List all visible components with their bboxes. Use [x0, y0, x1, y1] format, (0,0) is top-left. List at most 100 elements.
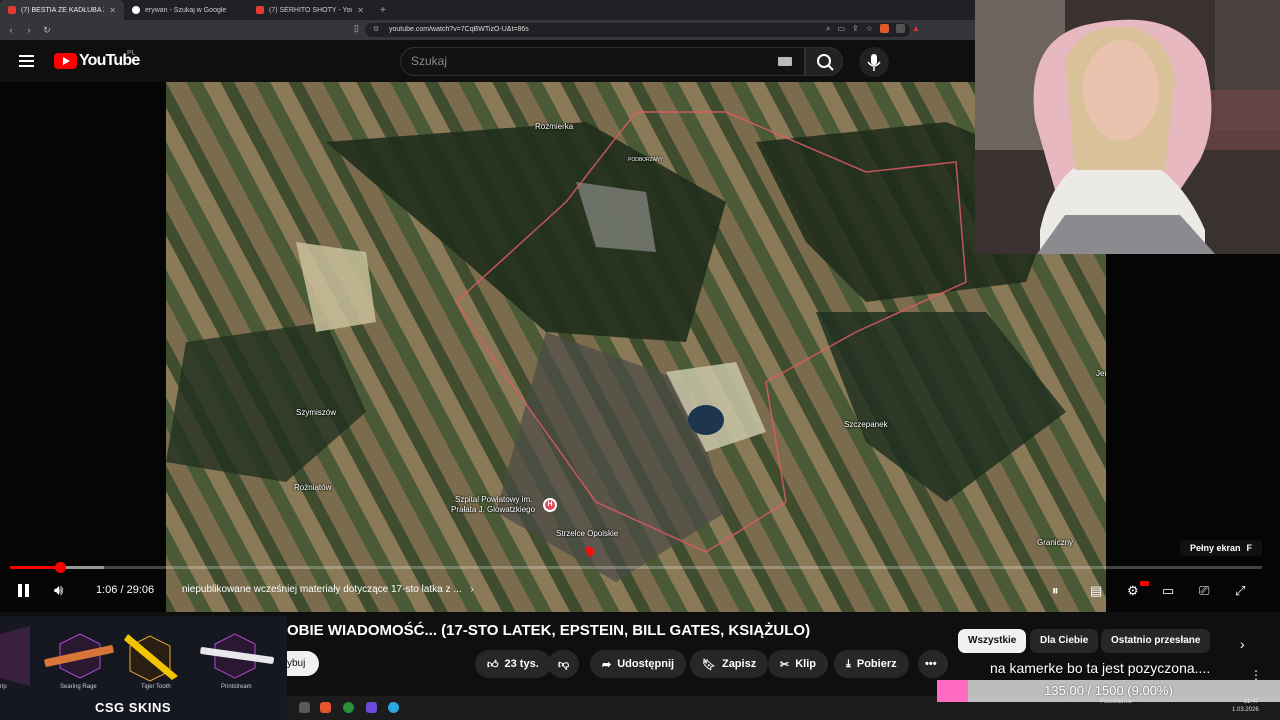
stream-chat-message: na kamerke bo ta jest pozyczona....: [990, 660, 1211, 676]
taskbar-app-icon[interactable]: [343, 702, 354, 713]
star-icon[interactable]: ☆: [866, 24, 873, 34]
played-bar: [10, 566, 61, 569]
chip-all[interactable]: Wszystkie: [958, 629, 1027, 653]
share-label: Udostępnij: [617, 658, 675, 670]
extension-icon[interactable]: [895, 24, 905, 33]
youtube-favicon-icon: [256, 6, 264, 14]
scissors-icon: ✂: [780, 658, 790, 671]
close-tab-icon[interactable]: ✕: [109, 6, 116, 15]
browser-toolbar: ‹ › ↻ ▯ ⚙ youtube.com/watch?v=7CqBWTizO-…: [0, 20, 975, 40]
streamer-webcam-overlay: [975, 0, 1280, 254]
new-tab-button[interactable]: +: [372, 5, 394, 16]
reload-icon[interactable]: ↻: [40, 25, 54, 36]
map-label: Szymiszów: [296, 408, 337, 417]
map-label: Rożniątów: [294, 483, 332, 492]
volume-icon[interactable]: 🔊︎: [54, 582, 63, 599]
chapter-button[interactable]: niepublikowane wcześniej materiały dotyc…: [182, 584, 482, 595]
url-text: youtube.com/watch?v=7CqBWTizO-U&t=86s: [389, 26, 529, 33]
browser-tab-bar: (7) BESTIA ZE KADŁUBA ZOST ✕ erywan - Sz…: [0, 0, 975, 20]
browser-tab[interactable]: (7) SERHITO SHOTY - YouTube ✕: [248, 0, 372, 20]
youtube-header: YouTube PL Szukaj: [0, 40, 975, 82]
satellite-map-video-frame[interactable]: Rozmierka PODBORZANY Szymiszów Rożniątów…: [166, 82, 1106, 612]
chapter-title: niepublikowane wcześniej materiały dotyc…: [182, 584, 462, 595]
share-arrow-icon: ➦: [602, 658, 612, 671]
back-icon[interactable]: ‹: [4, 25, 18, 35]
forward-icon[interactable]: ›: [22, 25, 36, 35]
like-button[interactable]: 👍︎ 23 tys.: [475, 650, 551, 678]
skin-name: Searing Rage: [60, 684, 97, 690]
tab-title: (7) SERHITO SHOTY - YouTube: [269, 6, 352, 14]
map-label: Graniczny: [1037, 538, 1074, 547]
chevron-right-icon: ›: [470, 584, 474, 595]
fullscreen-icon[interactable]: ⤢: [1235, 583, 1245, 599]
chevron-right-icon[interactable]: ›: [1240, 636, 1245, 652]
clip-label: Klip: [795, 658, 816, 670]
settings-gear-icon[interactable]: ⚙: [1127, 583, 1139, 599]
close-tab-icon[interactable]: ✕: [357, 6, 364, 15]
google-favicon-icon: [132, 6, 140, 14]
map-label: Prałata J. Glowatzkiego: [451, 505, 536, 514]
bookmark-icon: 🔖︎: [702, 658, 716, 671]
map-label: Jer: [1096, 369, 1106, 378]
thumbs-up-icon: 👍︎: [487, 658, 499, 671]
cast-icon[interactable]: ▭: [837, 24, 845, 34]
skin-name: Printstream: [221, 684, 252, 690]
share-icon[interactable]: ⇪: [852, 24, 859, 34]
chip-for-you[interactable]: Dla Ciebie: [1030, 629, 1099, 653]
download-icon: ⤓: [846, 657, 851, 670]
country-code: PL: [127, 50, 136, 57]
skin-name: Tiger Tooth: [141, 684, 171, 690]
subscribe-button[interactable]: ybuj: [287, 651, 319, 676]
extension-icon[interactable]: [879, 24, 889, 33]
search-icon: [817, 54, 834, 71]
microphone-icon: [867, 54, 881, 71]
dislike-button[interactable]: 👎︎: [548, 650, 580, 678]
map-label: Szpital Powiatowy im.: [455, 495, 533, 504]
more-actions-button[interactable]: •••: [918, 650, 948, 678]
share-button[interactable]: ➦ Udostępnij: [590, 650, 687, 678]
miniplayer-icon[interactable]: ▭: [1162, 583, 1174, 599]
fullscreen-tooltip: Pełny ekran F: [1180, 540, 1263, 556]
taskbar-app-icon[interactable]: [299, 702, 310, 713]
donation-goal-bar: 135.00 / 1500 (9.00%): [937, 680, 1280, 702]
progress-bar[interactable]: [10, 562, 1262, 573]
skin-name: rip: [0, 684, 7, 690]
zoom-icon[interactable]: ⌕: [826, 24, 830, 34]
csgo-skins-logo: CSG SKINS: [95, 700, 172, 715]
browser-tab[interactable]: erywan - Szukaj w Google: [124, 0, 248, 20]
save-button[interactable]: 🔖︎ Zapisz: [690, 650, 769, 678]
youtube-favicon-icon: [8, 6, 16, 14]
pause-icon[interactable]: [17, 584, 31, 597]
search-input[interactable]: Szukaj: [400, 47, 805, 76]
keyboard-icon[interactable]: [778, 57, 792, 66]
chip-recently-uploaded[interactable]: Ostatnio przesłane: [1101, 629, 1211, 653]
download-button[interactable]: ⤓ Pobierz: [834, 650, 909, 678]
discord-icon[interactable]: [366, 702, 377, 713]
map-label: Rozmierka: [535, 122, 574, 131]
video-title: OBIE WIADOMOŚĆ... (17-STO LATEK, EPSTEIN…: [287, 622, 811, 639]
youtube-logo-icon[interactable]: [54, 53, 77, 69]
autoplay-toggle-icon[interactable]: ⏸︎: [1052, 583, 1059, 599]
tooltip-label: Pełny ekran: [1190, 543, 1241, 553]
browser-tab[interactable]: (7) BESTIA ZE KADŁUBA ZOST ✕: [0, 0, 124, 20]
time-display: 1:06 / 29:06: [96, 584, 155, 596]
map-label: Szczepanek: [844, 420, 888, 429]
cast-icon[interactable]: ⎚: [1199, 583, 1209, 599]
like-count: 23 tys.: [504, 658, 539, 670]
taskbar-app-icon[interactable]: [388, 702, 399, 713]
thumbs-down-icon: 👎︎: [558, 658, 570, 671]
scrubber-handle[interactable]: [55, 562, 67, 573]
voice-search-button[interactable]: [859, 47, 889, 77]
clip-button[interactable]: ✂ Klip: [768, 650, 828, 678]
map-label: Strzelce Opolskie: [556, 529, 619, 538]
search-button[interactable]: [805, 47, 843, 76]
menu-icon[interactable]: [19, 55, 34, 67]
toolbar-icons: ⌕ ▭ ⇪ ☆ ▲: [826, 24, 920, 34]
alert-icon[interactable]: ▲: [912, 24, 920, 34]
site-info-icon[interactable]: ⚙: [373, 23, 379, 37]
clock-date: 1.03.2026: [1232, 707, 1259, 713]
brave-browser-icon[interactable]: [320, 702, 331, 713]
subtitles-icon[interactable]: ▤: [1090, 583, 1102, 599]
bookmark-icon[interactable]: ▯: [354, 23, 359, 34]
save-label: Zapisz: [721, 658, 757, 670]
